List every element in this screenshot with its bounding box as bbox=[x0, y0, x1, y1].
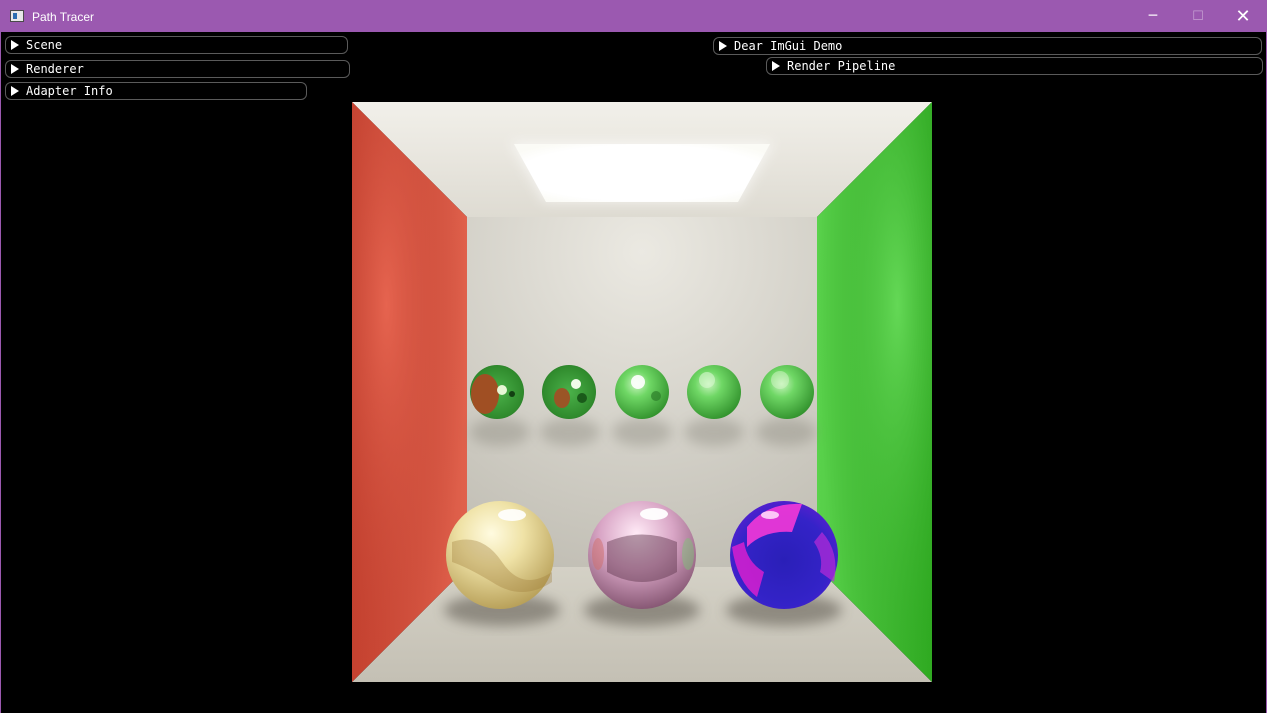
triangle-right-icon bbox=[11, 64, 19, 74]
renderer-panel-label: Renderer bbox=[26, 62, 84, 76]
sphere-glossy-3 bbox=[615, 365, 669, 419]
sphere-diffuse-4 bbox=[687, 365, 741, 419]
cornell-box-render bbox=[352, 102, 932, 682]
renderer-panel-header[interactable]: Renderer bbox=[5, 60, 350, 78]
maximize-button[interactable]: ☐ bbox=[1175, 1, 1221, 32]
render-pipeline-panel-label: Render Pipeline bbox=[787, 59, 896, 73]
imgui-demo-panel-label: Dear ImGui Demo bbox=[734, 39, 843, 53]
triangle-right-icon bbox=[772, 61, 780, 71]
title-bar[interactable]: Path Tracer ─ ☐ ✕ bbox=[1, 1, 1266, 32]
area-light bbox=[514, 144, 770, 202]
triangle-right-icon bbox=[11, 40, 19, 50]
sphere-diffuse-5 bbox=[760, 365, 814, 419]
triangle-right-icon bbox=[11, 86, 19, 96]
imgui-demo-panel-header[interactable]: Dear ImGui Demo bbox=[713, 37, 1262, 55]
app-window: Path Tracer ─ ☐ ✕ Scene Renderer Adapter… bbox=[0, 0, 1267, 713]
path-traced-image bbox=[352, 102, 932, 682]
triangle-right-icon bbox=[719, 41, 727, 51]
minimize-button[interactable]: ─ bbox=[1130, 1, 1176, 32]
scene-panel-header[interactable]: Scene bbox=[5, 36, 348, 54]
window-title: Path Tracer bbox=[32, 10, 95, 24]
adapter-info-panel-label: Adapter Info bbox=[26, 84, 113, 98]
render-pipeline-panel-header[interactable]: Render Pipeline bbox=[766, 57, 1263, 75]
render-viewport: Scene Renderer Adapter Info Dear ImGui D… bbox=[1, 32, 1266, 713]
adapter-info-panel-header[interactable]: Adapter Info bbox=[5, 82, 307, 100]
scene-panel-label: Scene bbox=[26, 38, 63, 52]
window-icon bbox=[10, 10, 24, 22]
sphere-mirror-2 bbox=[542, 365, 596, 419]
large-sphere-row bbox=[446, 501, 838, 609]
close-button[interactable]: ✕ bbox=[1220, 1, 1266, 32]
